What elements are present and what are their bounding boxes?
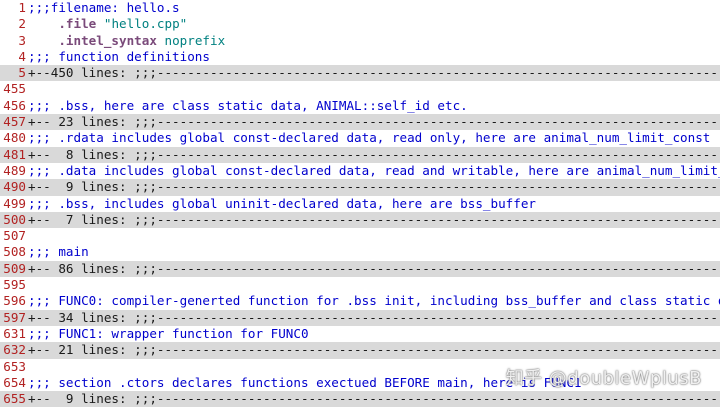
line-number: 1 bbox=[18, 0, 26, 15]
line-number: 2 bbox=[18, 16, 26, 32]
line-number: 480 bbox=[3, 130, 26, 146]
code-line[interactable]: 4;;; function definitions bbox=[0, 49, 720, 65]
line-number: 632 bbox=[3, 342, 26, 358]
comment-text: ;;; .bss, here are class static data, AN… bbox=[28, 97, 468, 113]
directive-keyword: .file bbox=[58, 16, 97, 32]
directive-line: .file "hello.cpp" bbox=[28, 16, 720, 32]
fold-line[interactable]: 481 +-- 8 lines: ;;;---------------------… bbox=[0, 146, 720, 163]
line-number: 455 bbox=[3, 81, 26, 97]
fold-marker-text: +-- 8 lines: ;;;------------------------… bbox=[28, 146, 720, 162]
fold-line[interactable]: 632 +-- 21 lines: ;;;--------------------… bbox=[0, 342, 720, 359]
fold-marker-text: +-- 23 lines: ;;;-----------------------… bbox=[28, 114, 720, 130]
watermark: 知乎 @doubleWplusB bbox=[505, 368, 702, 389]
comment-text: ;;; .data includes global const-declared… bbox=[28, 162, 720, 178]
code-line[interactable]: 489;;; .data includes global const-decla… bbox=[0, 163, 720, 179]
comment-text: ;;;filename: hello.s bbox=[28, 0, 180, 15]
fold-line[interactable]: 490 +-- 9 lines: ;;;---------------------… bbox=[0, 179, 720, 196]
line-number: 631 bbox=[3, 325, 26, 341]
directive-argument: noprefix bbox=[164, 32, 226, 48]
code-line[interactable]: 3 .intel_syntax noprefix bbox=[0, 33, 720, 49]
line-number: 509 bbox=[3, 260, 26, 276]
line-number: 653 bbox=[3, 358, 26, 374]
line-number: 596 bbox=[3, 293, 26, 309]
fold-marker-text: +--450 lines: ;;;-----------------------… bbox=[28, 65, 720, 81]
line-number: 5 bbox=[18, 65, 26, 81]
code-line[interactable]: 2 .file "hello.cpp" bbox=[0, 16, 720, 32]
comment-text: ;;; .rdata includes global const-declare… bbox=[28, 130, 711, 146]
fold-marker-text: +-- 7 lines: ;;;------------------------… bbox=[28, 211, 720, 227]
code-line[interactable]: 596;;; FUNC0: compiler-generted function… bbox=[0, 293, 720, 309]
line-number: 481 bbox=[3, 146, 26, 162]
line-number: 4 bbox=[18, 48, 26, 64]
comment-text: ;;; function definitions bbox=[28, 48, 210, 64]
line-number: 500 bbox=[3, 211, 26, 227]
fold-line[interactable]: 500 +-- 7 lines: ;;;---------------------… bbox=[0, 211, 720, 229]
line-number: 489 bbox=[3, 162, 26, 178]
line-number: 508 bbox=[3, 244, 26, 260]
code-line[interactable]: 631;;; FUNC1: wrapper function for FUNC0 bbox=[0, 326, 720, 342]
line-number: 490 bbox=[3, 179, 26, 195]
code-line[interactable]: 507 bbox=[0, 228, 720, 244]
comment-text bbox=[28, 228, 720, 244]
comment-text bbox=[28, 81, 720, 97]
code-line[interactable]: 455 bbox=[0, 81, 720, 97]
code-line[interactable]: 499;;; .bss, includes global uninit-decl… bbox=[0, 196, 720, 212]
fold-marker-text: +-- 86 lines: ;;;-----------------------… bbox=[28, 260, 720, 276]
fold-marker-text: +-- 21 lines: ;;;-----------------------… bbox=[28, 342, 720, 358]
comment-text: ;;; FUNC0: compiler-generted function fo… bbox=[28, 293, 720, 309]
line-number: 499 bbox=[3, 195, 26, 211]
code-line[interactable]: 1 ;;;filename: hello.s bbox=[0, 0, 720, 16]
line-number: 457 bbox=[3, 114, 26, 130]
code-line[interactable]: 595 bbox=[0, 277, 720, 293]
fold-marker-text: +-- 9 lines: ;;;------------------------… bbox=[28, 391, 720, 407]
code-editor[interactable]: 1 ;;;filename: hello.s 2 .file "hello.cpp"… bbox=[0, 0, 720, 408]
directive-argument: "hello.cpp" bbox=[103, 16, 188, 32]
code-line[interactable]: 456;;; .bss, here are class static data,… bbox=[0, 98, 720, 114]
comment-text: ;;; main bbox=[28, 244, 89, 260]
directive-keyword: .intel_syntax bbox=[58, 32, 157, 48]
comment-text: ;;; .bss, includes global uninit-declare… bbox=[28, 195, 536, 211]
comment-text bbox=[28, 277, 720, 293]
fold-line[interactable]: 457 +-- 23 lines: ;;;--------------------… bbox=[0, 114, 720, 131]
line-number: 597 bbox=[3, 309, 26, 325]
fold-line[interactable]: 597 +-- 34 lines: ;;;--------------------… bbox=[0, 309, 720, 326]
line-number: 655 bbox=[3, 391, 26, 407]
line-number: 654 bbox=[3, 374, 26, 390]
line-number: 3 bbox=[18, 32, 26, 48]
comment-text: ;;; FUNC1: wrapper function for FUNC0 bbox=[28, 325, 309, 341]
code-line[interactable]: 508;;; main bbox=[0, 244, 720, 260]
fold-line[interactable]: 5 +--450 lines: ;;;----------------------… bbox=[0, 65, 720, 82]
line-number: 595 bbox=[3, 277, 26, 293]
line-number: 507 bbox=[3, 228, 26, 244]
fold-line[interactable]: 509 +-- 86 lines: ;;;--------------------… bbox=[0, 260, 720, 278]
line-number: 456 bbox=[3, 97, 26, 113]
fold-line[interactable]: 655 +-- 9 lines: ;;;---------------------… bbox=[0, 391, 720, 408]
fold-marker-text: +-- 34 lines: ;;;-----------------------… bbox=[28, 309, 720, 325]
directive-line: .intel_syntax noprefix bbox=[28, 33, 720, 49]
fold-marker-text: +-- 9 lines: ;;;------------------------… bbox=[28, 179, 720, 195]
code-line[interactable]: 480;;; .rdata includes global const-decl… bbox=[0, 130, 720, 146]
